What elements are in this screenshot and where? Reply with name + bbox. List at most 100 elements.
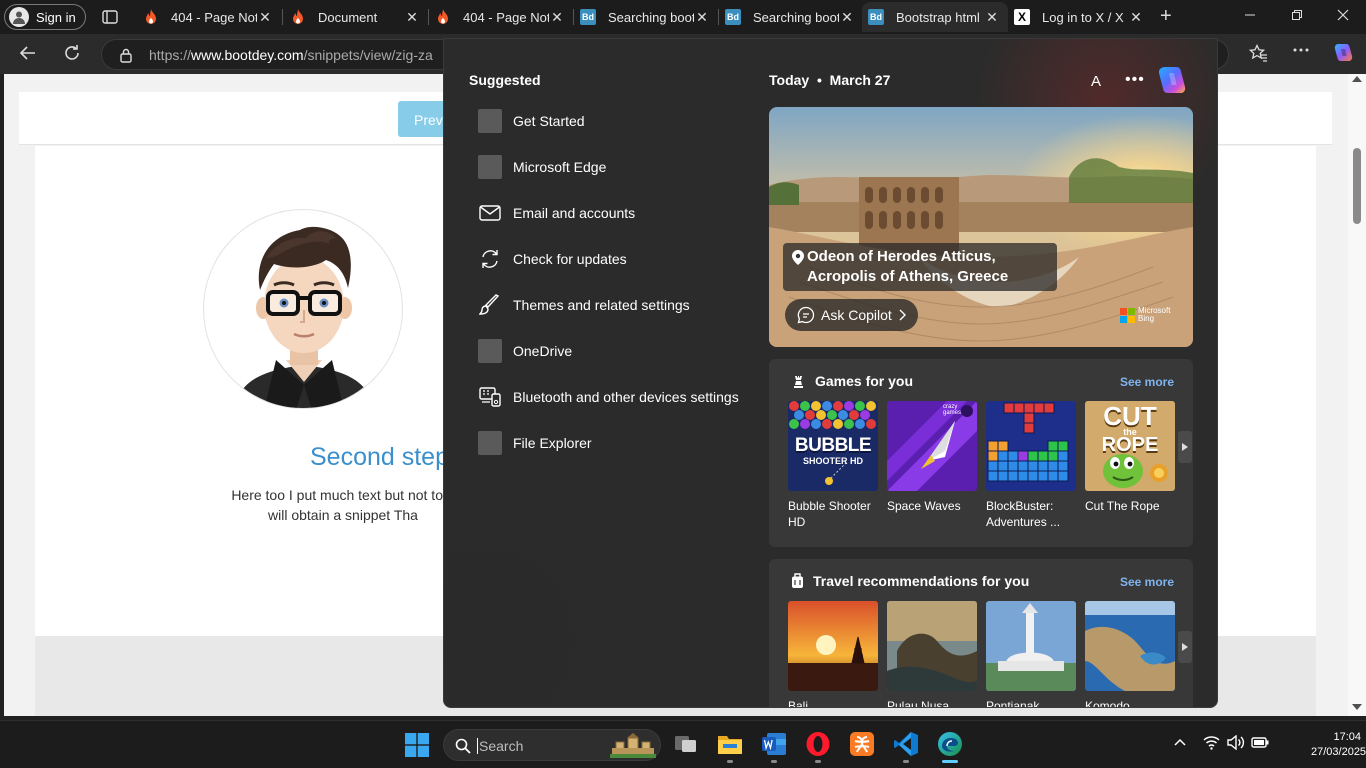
placeholder-icon: [478, 431, 502, 455]
close-tab-icon[interactable]: ✕: [404, 9, 420, 26]
close-tab-icon[interactable]: ✕: [694, 9, 710, 26]
page-scrollbar[interactable]: [1348, 74, 1366, 716]
travel-tile-title: Pulau Nusa: [887, 699, 950, 708]
suggested-item-label: OneDrive: [513, 343, 573, 359]
start-widget-panel: Suggested Get Started Microsoft Edge Ema…: [443, 38, 1218, 708]
copilot-icon[interactable]: [1332, 42, 1354, 64]
suggested-item-file-explorer[interactable]: File Explorer: [478, 431, 592, 455]
suggested-item-email-and-accounts[interactable]: Email and accounts: [478, 201, 635, 225]
url-text[interactable]: https://www.bootdey.com/snippets/view/zi…: [149, 47, 433, 63]
favorites-icon[interactable]: [1249, 44, 1268, 62]
travel-tile-bali[interactable]: Bali: [788, 601, 878, 707]
fire-icon: [290, 9, 306, 25]
bali-thumbnail: [788, 601, 878, 691]
wifi-icon[interactable]: [1203, 735, 1220, 750]
date-label: March 27: [829, 72, 891, 88]
game-piece-icon: [791, 374, 806, 389]
travel-heading-label: Travel recommendations for you: [813, 573, 1030, 589]
file-explorer-icon[interactable]: [717, 731, 743, 757]
travel-heading: Travel recommendations for you: [791, 573, 1029, 589]
scrollbar-thumb[interactable]: [1353, 148, 1361, 224]
close-tab-icon[interactable]: ✕: [984, 9, 1000, 26]
tab-searching-bootdey-2[interactable]: Bd Searching bootdey ✕: [719, 2, 863, 32]
task-view-icon[interactable]: [673, 731, 699, 757]
ask-copilot-label: Ask Copilot: [821, 307, 892, 323]
account-avatar-button[interactable]: A: [1084, 69, 1108, 93]
tab-404-page-1[interactable]: 404 - Page Not Found ✕: [137, 2, 281, 32]
taskbar-search-box[interactable]: Search: [443, 729, 661, 761]
battery-icon[interactable]: [1251, 735, 1269, 749]
game-tile-space-waves[interactable]: crazy games Space Waves: [887, 401, 977, 514]
games-next-arrow-icon[interactable]: [1178, 431, 1192, 463]
system-clock[interactable]: 17:04 27/03/2025: [1311, 730, 1366, 760]
travel-see-more-link[interactable]: See more: [1120, 575, 1174, 589]
new-tab-button[interactable]: +: [1160, 6, 1172, 26]
tab-404-page-2[interactable]: 404 - Page Not Found ✕: [429, 2, 573, 32]
tab-searching-bootdey-1[interactable]: Bd Searching bootdey ✕: [574, 2, 718, 32]
travel-tile-pontianak[interactable]: Pontianak: [986, 601, 1076, 708]
lock-icon[interactable]: [119, 48, 133, 63]
scroll-down-arrow-icon[interactable]: [1352, 704, 1362, 710]
game-tile-title: BlockBuster: Adventures ...: [986, 499, 1061, 529]
profile-label: Sign in: [36, 9, 76, 25]
today-label: Today: [769, 72, 810, 88]
suggested-item-themes[interactable]: Themes and related settings: [478, 293, 690, 317]
game-tile-bubble-shooter[interactable]: BUBBLE SHOOTER HD Bubble Shooter HD: [788, 401, 878, 530]
tab-title: Searching bootdey: [753, 9, 839, 25]
profile-sign-in-button[interactable]: Sign in: [4, 4, 86, 30]
suggested-item-onedrive[interactable]: OneDrive: [478, 339, 572, 363]
show-hidden-icons-chevron-up-icon[interactable]: [1173, 735, 1187, 749]
minimize-icon[interactable]: [1244, 9, 1256, 21]
restore-icon[interactable]: [1291, 9, 1303, 21]
bing-logo-line-2: Bing: [1138, 314, 1155, 323]
games-card: Games for you See more BUBBLE SHOOTER HD: [769, 359, 1193, 547]
close-tab-icon[interactable]: ✕: [257, 9, 273, 26]
ask-copilot-button[interactable]: Ask Copilot: [785, 299, 918, 331]
tab-actions-icon[interactable]: [101, 8, 119, 26]
game-tile-cut-the-rope[interactable]: CUT the ROPE Cut The Rope: [1085, 401, 1175, 514]
travel-tile-pulau-nusa[interactable]: Pulau Nusa: [887, 601, 977, 708]
vscode-icon[interactable]: [893, 731, 919, 757]
word-icon[interactable]: [761, 731, 787, 757]
tab-document[interactable]: Document ✕: [284, 2, 428, 32]
scroll-up-arrow-icon[interactable]: [1352, 76, 1362, 82]
tab-log-in-to-x[interactable]: X Log in to X / X ✕: [1008, 2, 1152, 32]
back-arrow-icon[interactable]: [19, 44, 37, 62]
suggested-item-microsoft-edge[interactable]: Microsoft Edge: [478, 155, 606, 179]
avatar-icon: [9, 7, 29, 27]
refresh-icon[interactable]: [63, 44, 81, 62]
xampp-icon[interactable]: [849, 731, 875, 757]
copilot-icon[interactable]: [1156, 65, 1188, 95]
windows-start-icon[interactable]: [405, 733, 429, 757]
close-window-icon[interactable]: [1337, 9, 1349, 21]
opera-icon[interactable]: [805, 731, 831, 757]
travel-tile-title: Pontianak: [986, 699, 1040, 708]
panel-more-options-icon[interactable]: •••: [1125, 71, 1145, 89]
edge-icon[interactable]: [937, 731, 963, 757]
travel-tile-title: Komodo: [1085, 699, 1130, 708]
hero-caption[interactable]: Odeon of Herodes Atticus, Acropolis of A…: [783, 243, 1057, 291]
suggested-heading: Suggested: [469, 72, 541, 88]
running-indicator: [903, 760, 909, 763]
suggested-item-bluetooth-devices[interactable]: Bluetooth and other devices settings: [478, 385, 739, 409]
suggested-item-get-started[interactable]: Get Started: [478, 109, 585, 133]
close-tab-icon[interactable]: ✕: [1128, 9, 1144, 26]
suggested-item-label: Themes and related settings: [513, 297, 690, 313]
volume-icon[interactable]: [1227, 735, 1245, 750]
games-see-more-link[interactable]: See more: [1120, 375, 1174, 389]
url-path: /snippets/view/zig-za: [303, 47, 433, 63]
travel-tile-komodo[interactable]: Komodo: [1085, 601, 1175, 708]
close-tab-icon[interactable]: ✕: [549, 9, 565, 26]
location-pin-icon: [792, 250, 804, 265]
suggested-item-check-for-updates[interactable]: Check for updates: [478, 247, 627, 271]
hero-image-card[interactable]: Odeon of Herodes Atticus, Acropolis of A…: [769, 107, 1193, 347]
brush-icon: [478, 293, 502, 317]
game-tile-blockbuster[interactable]: BlockBuster: Adventures ...: [986, 401, 1076, 530]
travel-next-arrow-icon[interactable]: [1178, 631, 1192, 663]
suggested-item-label: Email and accounts: [513, 205, 636, 221]
hero-caption-line-2: Acropolis of Athens, Greece: [807, 268, 1009, 285]
close-tab-icon[interactable]: ✕: [839, 9, 855, 26]
settings-more-icon[interactable]: [1293, 48, 1309, 52]
tab-bootstrap-html[interactable]: Bd Bootstrap html ✕: [862, 2, 1008, 32]
clock-time: 17:04: [1333, 731, 1361, 743]
